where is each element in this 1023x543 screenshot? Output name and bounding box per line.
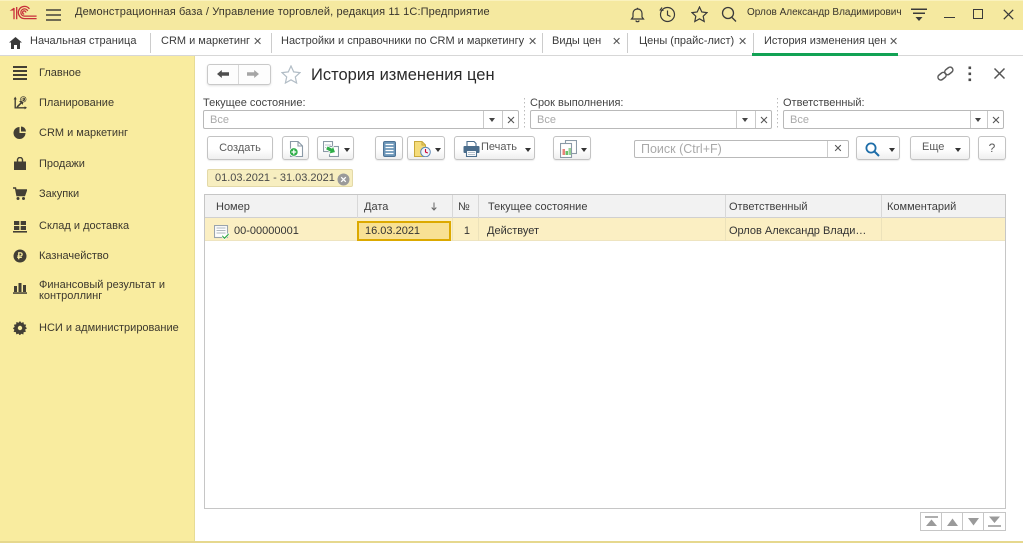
svg-text:₽: ₽: [17, 251, 23, 261]
